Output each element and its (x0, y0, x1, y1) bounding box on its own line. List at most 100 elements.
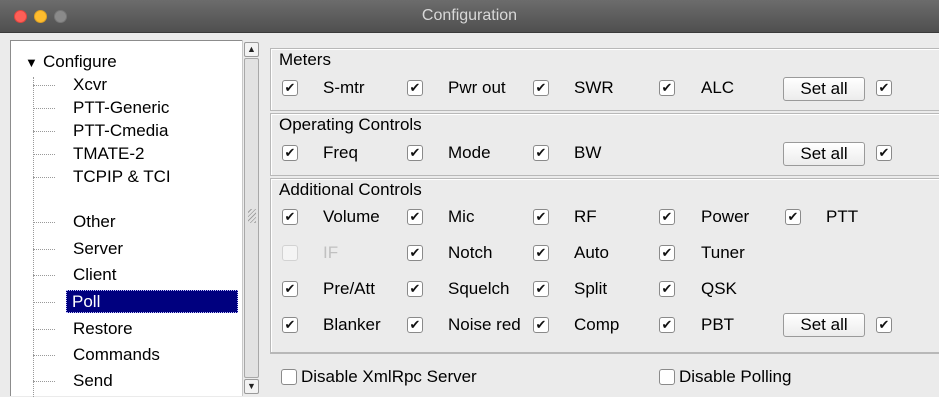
tree-item-poll[interactable]: Poll (33, 290, 243, 313)
comp-label: Comp (574, 315, 620, 334)
tree-item-restore[interactable]: Restore (33, 317, 243, 340)
tree-scrollbar[interactable]: ▲ ▼ (242, 40, 259, 396)
tree-item-other[interactable]: Other (33, 210, 243, 233)
operating-controls-title: Operating Controls (279, 115, 422, 134)
noise-red-checkbox[interactable]: ✔ (407, 317, 423, 333)
disable-polling-checkbox[interactable] (659, 369, 675, 385)
tree-connector (33, 355, 55, 356)
bw-checkbox[interactable]: ✔ (533, 145, 549, 161)
window-title: Configuration (421, 7, 518, 24)
meters-title: Meters (279, 50, 331, 69)
section-divider (270, 353, 939, 354)
tree-item-label: Other (73, 212, 116, 231)
ptt-label: PTT (826, 207, 859, 226)
power-label: Power (701, 207, 750, 226)
tree-item-client[interactable]: Client (33, 263, 243, 286)
additional-controls-group: Additional Controls ✔ Volume ✔ Mic ✔ RF … (270, 178, 939, 353)
rf-label: RF (574, 207, 597, 226)
tuner-label: Tuner (701, 243, 745, 262)
scroll-up-icon[interactable]: ▲ (244, 42, 259, 57)
tree-connector (33, 177, 55, 178)
mode-checkbox[interactable]: ✔ (407, 145, 423, 161)
tree-connector (33, 381, 55, 382)
swr-label: SWR (574, 78, 614, 97)
squelch-label: Squelch (448, 279, 510, 298)
pwr-out-checkbox[interactable]: ✔ (407, 80, 423, 96)
tree-item-tmate-2[interactable]: TMATE-2 (33, 142, 243, 165)
auto-checkbox[interactable]: ✔ (533, 245, 549, 261)
meters-group: Meters ✔ S-mtr ✔ Pwr out ✔ SWR ✔ ALC Set… (270, 48, 939, 111)
additional-controls-title: Additional Controls (279, 180, 422, 199)
if-checkbox[interactable] (282, 245, 298, 261)
tree-item-label: Server (73, 239, 124, 258)
additional-set-all-button[interactable]: Set all (783, 313, 865, 337)
meters-set-all-button[interactable]: Set all (783, 77, 865, 101)
tree-item-ptt-generic[interactable]: PTT-Generic (33, 96, 243, 119)
alc-checkbox[interactable]: ✔ (659, 80, 675, 96)
tree-item-ptt-cmedia[interactable]: PTT-Cmedia (33, 119, 243, 142)
pbt-checkbox[interactable]: ✔ (659, 317, 675, 333)
tree-connector (33, 275, 55, 276)
pre-att-checkbox[interactable]: ✔ (282, 281, 298, 297)
qsk-checkbox[interactable]: ✔ (659, 281, 675, 297)
tree-item-label: Commands (73, 345, 160, 364)
ptt-checkbox[interactable]: ✔ (785, 209, 801, 225)
tree-root-label: Configure (43, 52, 117, 71)
squelch-checkbox[interactable]: ✔ (407, 281, 423, 297)
pbt-label: PBT (701, 315, 735, 334)
tree-connector (33, 302, 55, 303)
scroll-down-icon[interactable]: ▼ (244, 379, 259, 394)
tree-connector (33, 154, 55, 155)
qsk-label: QSK (701, 279, 737, 298)
tree-item-send[interactable]: Send (33, 369, 243, 392)
tree-root-configure[interactable]: ▼ Configure (25, 51, 117, 73)
expand-triangle-icon[interactable]: ▼ (25, 52, 43, 74)
config-tree: ▼ Configure Xcvr PTT-Generic PTT-Cmedia T… (10, 40, 259, 397)
mic-checkbox[interactable]: ✔ (407, 209, 423, 225)
split-label: Split (574, 279, 608, 298)
notch-label: Notch (448, 243, 493, 262)
operating-set-all-button[interactable]: Set all (783, 142, 865, 166)
split-checkbox[interactable]: ✔ (533, 281, 549, 297)
mic-label: Mic (448, 207, 475, 226)
tree-connector (33, 329, 55, 330)
volume-label: Volume (323, 207, 380, 226)
if-label: IF (323, 243, 339, 262)
blanker-checkbox[interactable]: ✔ (282, 317, 298, 333)
tree-item-label: Client (73, 265, 117, 284)
swr-checkbox[interactable]: ✔ (533, 80, 549, 96)
s-mtr-label: S-mtr (323, 78, 365, 97)
blanker-label: Blanker (323, 315, 381, 334)
tree-item-xcvr[interactable]: Xcvr (33, 73, 243, 96)
power-checkbox[interactable]: ✔ (659, 209, 675, 225)
tree-item-commands[interactable]: Commands (33, 343, 243, 366)
bw-label: BW (574, 143, 602, 162)
tree-item-tcpip-tci[interactable]: TCPIP & TCI (33, 165, 243, 188)
disable-polling-label: Disable Polling (679, 367, 792, 386)
tree-item-label: Send (73, 371, 113, 390)
tree-item-label: TCPIP & TCI (73, 167, 171, 186)
notch-checkbox[interactable]: ✔ (407, 245, 423, 261)
freq-label: Freq (323, 143, 358, 162)
pwr-out-label: Pwr out (448, 78, 506, 97)
freq-checkbox[interactable]: ✔ (282, 145, 298, 161)
tuner-checkbox[interactable]: ✔ (659, 245, 675, 261)
tree-item-server[interactable]: Server (33, 237, 243, 260)
operating-set-all-checkbox[interactable]: ✔ (876, 145, 892, 161)
tree-connector (33, 131, 55, 132)
additional-set-all-checkbox[interactable]: ✔ (876, 317, 892, 333)
tree-item-label: Restore (73, 319, 133, 338)
meters-set-all-checkbox[interactable]: ✔ (876, 80, 892, 96)
disable-xmlrpc-checkbox[interactable] (281, 369, 297, 385)
tree-item-label: PTT-Generic (73, 98, 170, 117)
mode-label: Mode (448, 143, 491, 162)
grip-icon (248, 209, 256, 223)
rf-checkbox[interactable]: ✔ (533, 209, 549, 225)
comp-checkbox[interactable]: ✔ (533, 317, 549, 333)
volume-checkbox[interactable]: ✔ (282, 209, 298, 225)
poll-settings-panel: Meters ✔ S-mtr ✔ Pwr out ✔ SWR ✔ ALC Set… (270, 48, 939, 396)
scrollbar-thumb[interactable] (244, 58, 259, 378)
s-mtr-checkbox[interactable]: ✔ (282, 80, 298, 96)
tree-item-label: Poll (66, 290, 238, 313)
alc-label: ALC (701, 78, 735, 97)
